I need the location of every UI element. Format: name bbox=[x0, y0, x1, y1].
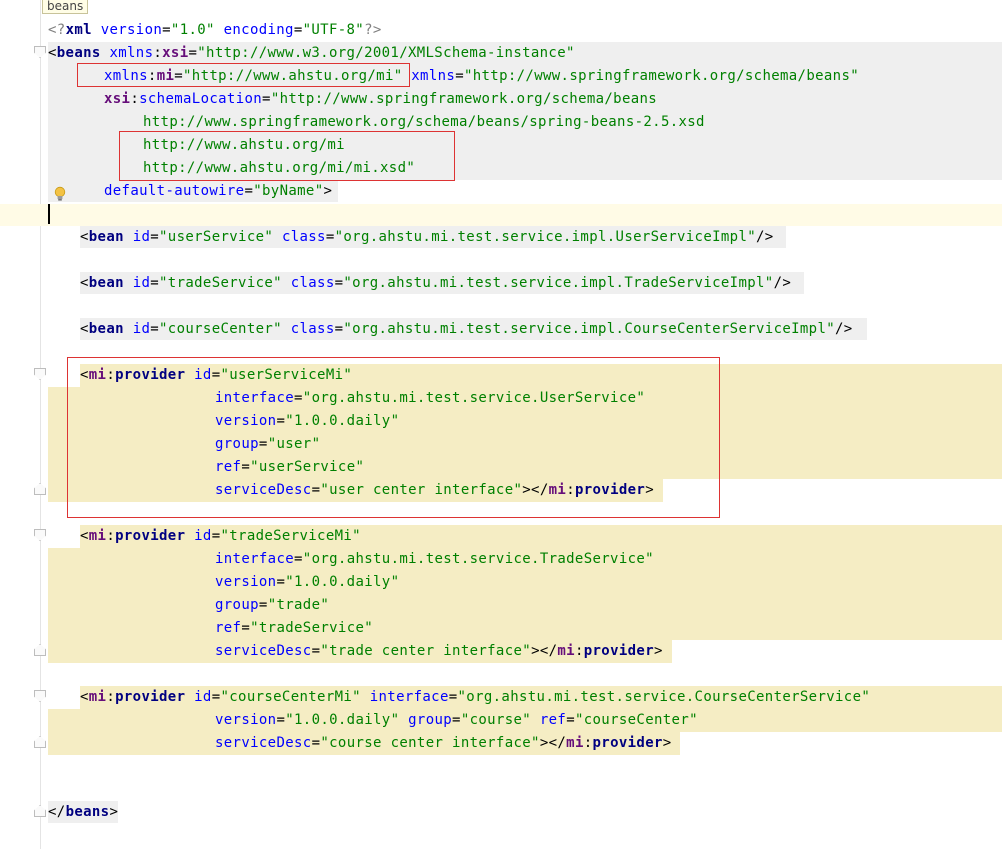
code-line-5: http://www.springframework.org/schema/be… bbox=[143, 114, 705, 130]
provider2-line-6: serviceDesc="trade center interface"></m… bbox=[215, 643, 663, 659]
breadcrumb-label: beans bbox=[47, 0, 84, 13]
lightbulb-icon[interactable] bbox=[54, 186, 66, 202]
breadcrumb[interactable]: beans bbox=[42, 0, 89, 14]
provider2-line-2: interface="org.ahstu.mi.test.service.Tra… bbox=[215, 551, 654, 567]
code-line-12: <bean id="tradeService" class="org.ahstu… bbox=[80, 275, 792, 291]
code-line-3: xmlns:mi="http://www.ahstu.org/mi" xmlns… bbox=[104, 68, 860, 84]
code-line-2: <beans xmlns:xsi="http://www.w3.org/2001… bbox=[48, 45, 575, 61]
provider1-line-4: group="user" bbox=[215, 436, 321, 452]
code-line-14: <bean id="courseCenter" class="org.ahstu… bbox=[80, 321, 853, 337]
code-line-end-beans: </beans> bbox=[48, 804, 119, 820]
provider1-line-5: ref="userService" bbox=[215, 459, 365, 475]
provider1-line-2: interface="org.ahstu.mi.test.service.Use… bbox=[215, 390, 646, 406]
code-line-4: xsi:schemaLocation="http://www.springfra… bbox=[104, 91, 658, 107]
editor-gutter bbox=[0, 0, 41, 849]
provider2-line-5: ref="tradeService" bbox=[215, 620, 374, 636]
provider1-line-3: version="1.0.0.daily" bbox=[215, 413, 400, 429]
code-line-1: <?xml version="1.0" encoding="UTF-8"?> bbox=[48, 22, 382, 38]
caret-line-highlight bbox=[0, 204, 1002, 226]
provider3-line-2: version="1.0.0.daily" group="course" ref… bbox=[215, 712, 698, 728]
code-line-7: http://www.ahstu.org/mi/mi.xsd" bbox=[143, 160, 416, 176]
code-line-6: http://www.ahstu.org/mi bbox=[143, 137, 345, 153]
provider2-line-1: <mi:provider id="tradeServiceMi" bbox=[80, 528, 361, 544]
provider3-line-3: serviceDesc="course center interface"></… bbox=[215, 735, 672, 751]
provider1-line-6: serviceDesc="user center interface"></mi… bbox=[215, 482, 654, 498]
text-cursor bbox=[48, 204, 50, 224]
code-line-10: <bean id="userService" class="org.ahstu.… bbox=[80, 229, 774, 245]
provider1-line-1: <mi:provider id="userServiceMi" bbox=[80, 367, 353, 383]
provider3-line-1: <mi:provider id="courseCenterMi" interfa… bbox=[80, 689, 871, 705]
provider2-line-4: group="trade" bbox=[215, 597, 330, 613]
provider2-line-3: version="1.0.0.daily" bbox=[215, 574, 400, 590]
code-line-8: default-autowire="byName"> bbox=[104, 183, 333, 199]
